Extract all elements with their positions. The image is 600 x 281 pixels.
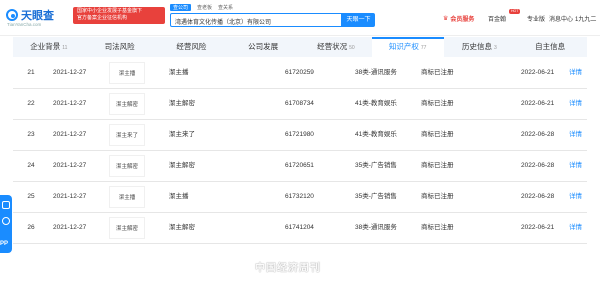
trademark-image[interactable]: 潔主来了 (109, 124, 145, 146)
trademark-image[interactable]: 潔主播 (109, 62, 145, 84)
apply-date: 2021-12-27 (53, 193, 87, 200)
search-button[interactable]: 天眼一下 (342, 13, 375, 27)
pro-link[interactable]: 专业版 (527, 14, 545, 23)
search-tab-relation[interactable]: 查关系 (218, 4, 233, 11)
status-date: 2022-06-21 (521, 100, 555, 107)
search-tab-boss[interactable]: 查老板 (197, 4, 212, 11)
tab-enterprise-background[interactable]: 企业背景 11 (13, 37, 85, 57)
apply-date: 2021-12-27 (53, 69, 87, 76)
chat-icon (2, 201, 10, 209)
status-date: 2022-06-28 (521, 162, 555, 169)
search-tabs: 查公司 查老板 查关系 (170, 4, 233, 11)
message-center-link[interactable]: 消息中心 (549, 14, 573, 23)
hot-badge: HOT (509, 9, 521, 14)
tab-company-development[interactable]: 公司发展 (228, 37, 300, 57)
watermark: 中国经济周刊 (255, 263, 321, 274)
logo[interactable]: 天眼查 (6, 7, 54, 23)
trademark-status: 商标已注册 (421, 162, 454, 169)
tab-operating-risk[interactable]: 经营风险 (157, 37, 229, 57)
registration-number: 61720651 (285, 162, 314, 169)
detail-link[interactable]: 详情 (569, 213, 587, 243)
detail-link[interactable]: 详情 (569, 151, 587, 181)
apply-date: 2021-12-27 (53, 131, 87, 138)
detail-link[interactable]: 详情 (569, 120, 587, 150)
trademark-name: 潔主播 (169, 69, 189, 76)
registration-number: 61721980 (285, 131, 314, 138)
tab-self-info[interactable]: 自主信息 (515, 37, 587, 57)
search-tab-company[interactable]: 查公司 (170, 4, 192, 11)
eye-logo-icon (6, 9, 18, 21)
row-index: 23 (27, 131, 35, 138)
baijin-label: 百金翰 (488, 17, 507, 23)
row-index: 24 (27, 162, 35, 169)
status-date: 2022-06-21 (521, 69, 555, 76)
user-menu[interactable]: 1九九二 (575, 14, 596, 23)
tab-intellectual-property[interactable]: 知识产权 77 (371, 37, 444, 57)
detail-link[interactable]: 详情 (569, 89, 587, 119)
user-name: 1九九二 (575, 17, 597, 23)
trademark-name: 潔主解密 (169, 224, 195, 231)
search-input[interactable]: 湾遇体育文化传播（北京）有限公司 (170, 13, 342, 27)
tab-judicial-risk[interactable]: 司法风险 (85, 37, 157, 57)
trademark-image[interactable]: 潔主解密 (109, 155, 145, 177)
apply-date: 2021-12-27 (53, 224, 87, 231)
trademark-status: 商标已注册 (421, 69, 454, 76)
app-label: PP (0, 241, 9, 247)
row-index: 22 (27, 100, 35, 107)
message-center-label: 消息中心 (549, 17, 574, 23)
promo-line-2: 官方备案企业征信机构 (77, 15, 128, 21)
status-date: 2022-06-28 (521, 193, 555, 200)
vip-service-label: 会员服务 (450, 17, 475, 23)
table-row: 21 2021-12-27 潔主播 潔主播 61720259 38类-通讯服务 … (13, 58, 587, 89)
trademark-status: 商标已注册 (421, 131, 454, 138)
detail-link[interactable]: 详情 (569, 58, 587, 88)
promo-banner[interactable]: 国家中小企业发展子基金旗下 官方备案企业征信机构 (73, 7, 165, 24)
row-index: 25 (27, 193, 35, 200)
trademark-status: 商标已注册 (421, 193, 454, 200)
table-row: 23 2021-12-27 潔主来了 潔主来了 61721980 41类-教育娱… (13, 120, 587, 151)
floating-side-widget[interactable]: PP (0, 195, 12, 253)
table-row: 26 2021-12-27 潔主解密 潔主解密 61741204 38类-通讯服… (13, 213, 587, 244)
section-tabs: 企业背景 11 司法风险 经营风险 公司发展 经营状况 50 知识产权 77 历史信息… (13, 37, 587, 57)
trademark-name: 潔主解密 (169, 100, 195, 107)
trademark-table: 21 2021-12-27 潔主播 潔主播 61720259 38类-通讯服务 … (13, 58, 587, 244)
trademark-status: 商标已注册 (421, 224, 454, 231)
table-row: 25 2021-12-27 潔主播 潔主播 61732120 35类-广告销售 … (13, 182, 587, 213)
detail-link[interactable]: 详情 (569, 182, 587, 212)
promo-line-1: 国家中小企业发展子基金旗下 (77, 8, 143, 14)
row-index: 21 (27, 69, 35, 76)
row-index: 26 (27, 224, 35, 231)
registration-number: 61732120 (285, 193, 314, 200)
logo-text: 天眼查 (21, 10, 54, 22)
trademark-status: 商标已注册 (421, 100, 454, 107)
registration-number: 61708734 (285, 100, 314, 107)
trademark-image[interactable]: 潔主解密 (109, 217, 145, 239)
app-icon (2, 217, 10, 225)
top-bar: 天眼查 TianYanCha.com 国家中小企业发展子基金旗下 官方备案企业征… (0, 0, 600, 36)
logo-url: TianYanCha.com (7, 22, 42, 27)
table-row: 22 2021-12-27 潔主解密 潔主解密 61708734 41类-教育娱… (13, 89, 587, 120)
apply-date: 2021-12-27 (53, 162, 87, 169)
status-date: 2022-06-28 (521, 131, 555, 138)
trademark-image[interactable]: 潔主播 (109, 186, 145, 208)
trademark-image[interactable]: 潔主解密 (109, 93, 145, 115)
table-row: 24 2021-12-27 潔主解密 潔主解密 61720651 35类-广告销… (13, 151, 587, 182)
crown-icon: ♛ (443, 16, 449, 22)
tab-history[interactable]: 历史信息 3 (444, 37, 516, 57)
vip-service-link[interactable]: ♛ 会员服务 (443, 14, 474, 23)
registration-number: 61741204 (285, 224, 314, 231)
trademark-name: 潔主播 (169, 193, 189, 200)
registration-number: 61720259 (285, 69, 314, 76)
baijin-link[interactable]: 百金翰 (488, 14, 506, 23)
trademark-name: 潔主解密 (169, 162, 195, 169)
pro-label: 专业版 (527, 17, 546, 23)
tab-operating-status[interactable]: 经营状况 50 (300, 37, 372, 57)
trademark-name: 潔主来了 (169, 131, 195, 138)
status-date: 2022-06-21 (521, 224, 555, 231)
apply-date: 2021-12-27 (53, 100, 87, 107)
